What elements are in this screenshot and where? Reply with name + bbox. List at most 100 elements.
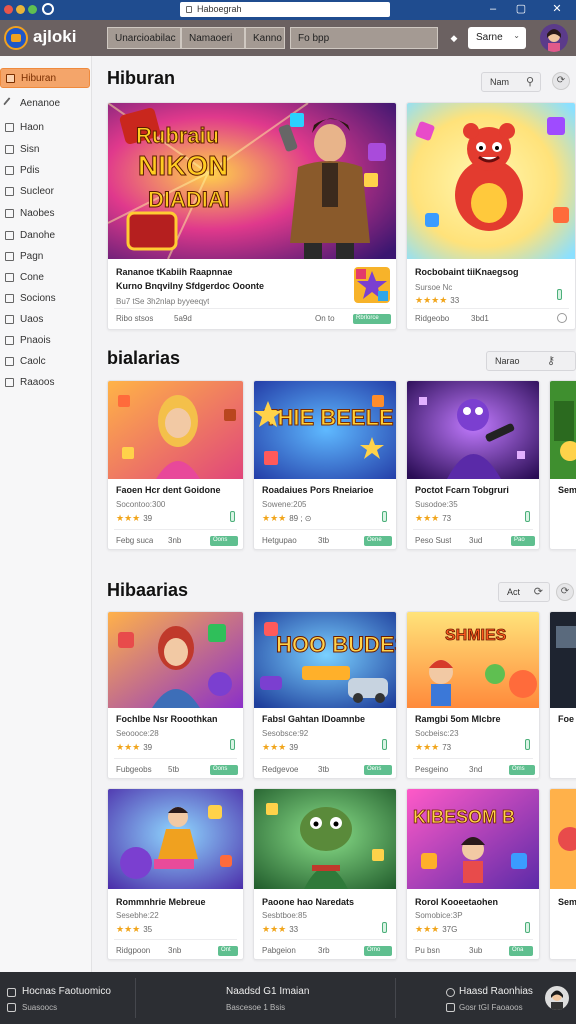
sidebar-item-danohe[interactable]: Danohe xyxy=(0,226,92,246)
sort-dropdown[interactable]: Sarne ⌄ xyxy=(468,27,526,49)
sidebar-item-cone[interactable]: Cone xyxy=(0,268,92,288)
sidebar-item-naobes[interactable]: Naobes xyxy=(0,204,92,224)
rating-value: 73 xyxy=(442,743,452,752)
sidebar-item-pdis[interactable]: Pdis xyxy=(0,161,92,181)
rating-stars: ★★★ 39 xyxy=(262,742,299,752)
game-card[interactable]: Paoone hao Naredats Sesbtboe:85 ★★★ 33 Pa… xyxy=(253,788,397,960)
game-card[interactable]: Rocbobaint tiiKnaegsog Sursoe Nc ★★★★ 33 … xyxy=(406,102,576,330)
restore-icon[interactable]: ▢ xyxy=(512,2,530,17)
refresh-icon[interactable]: ⟳ xyxy=(552,72,570,90)
user-avatar[interactable] xyxy=(540,24,568,52)
card-divider xyxy=(114,758,237,759)
status-badge[interactable]: Oene xyxy=(364,536,392,546)
section-filter[interactable]: Nam ⚲ xyxy=(481,72,541,92)
home-icon[interactable] xyxy=(7,988,16,997)
status-badge[interactable]: Ona xyxy=(509,946,533,956)
sidebar-item-socions[interactable]: Socions xyxy=(0,289,92,309)
sidebar-item-pagn[interactable]: Pagn xyxy=(0,247,92,267)
header-segment-1[interactable]: Unarcioabilac xyxy=(107,27,181,49)
sidebar-item-label: Sucleor xyxy=(20,186,54,197)
install-indicator-icon[interactable] xyxy=(525,739,530,750)
footer-left-title[interactable]: Hocnas Faotuomico xyxy=(22,986,111,997)
install-indicator-icon[interactable] xyxy=(230,739,235,750)
game-card[interactable]: KIBESOM B Rorol Kooeetaohen Somobice:3P … xyxy=(406,788,540,960)
game-card-title: Rocbobaint tiiKnaegsog xyxy=(415,267,519,277)
sidebar-item-label: Danohe xyxy=(20,230,56,241)
featured-status-badge[interactable]: Rbrlorce xyxy=(353,314,391,324)
more-icon[interactable]: ⟳ xyxy=(556,583,574,601)
game-card[interactable]: Faoen Hcr dent Goidone Socontoo:300 ★★★ 3… xyxy=(107,380,244,550)
game-thumbnail xyxy=(550,381,576,479)
game-card[interactable]: THIE BEELE Roadaiues Pors Rneiarioe Sowe… xyxy=(253,380,397,550)
logo-icon[interactable] xyxy=(4,26,28,50)
sidebar-item-sucleor[interactable]: Sucleor xyxy=(0,182,92,202)
section-filter[interactable]: Act ⟳ xyxy=(498,582,550,602)
game-card[interactable]: Sem xyxy=(549,788,576,960)
footer-mid-title[interactable]: Naadsd G1 Imaian xyxy=(226,986,309,997)
game-card[interactable]: Sem xyxy=(549,380,576,550)
featured-game-icon[interactable] xyxy=(354,267,390,303)
game-card[interactable]: HOO BUDES Fabsl Gahtan IDoamnbe Sesobsce… xyxy=(253,611,397,779)
header-segment-2[interactable]: Namaoeri xyxy=(181,27,245,49)
install-indicator-icon[interactable] xyxy=(382,511,387,522)
maximize-window-icon[interactable] xyxy=(28,5,37,14)
sidebar-item-uaos[interactable]: Uaos xyxy=(0,310,92,330)
lock-icon xyxy=(186,6,192,13)
footer-bar: Hocnas Faotuomico Suasoocs Naadsd G1 Ima… xyxy=(0,972,576,1024)
home-icon xyxy=(6,74,15,83)
featured-card[interactable]: Rubraiu NIKON DIADIAI Rananoe tKabiih Ra… xyxy=(107,102,397,330)
game-card-title: Rommnhrie Mebreue xyxy=(116,897,206,907)
game-thumbnail: SHMIES xyxy=(407,612,539,708)
close-window-icon[interactable] xyxy=(4,5,13,14)
chevron-right-icon[interactable]: ◆ xyxy=(446,29,462,47)
footer-right-sub[interactable]: Gosr tGI Faoaoos xyxy=(459,1003,523,1012)
game-card[interactable]: Rommnhrie Mebreue Sesebhe:22 ★★★ 35 Ridgp… xyxy=(107,788,244,960)
featured-banner-image: Rubraiu NIKON DIADIAI xyxy=(108,103,396,259)
status-badge[interactable]: Pao xyxy=(511,536,535,546)
logo-text[interactable]: ajloki xyxy=(33,27,76,47)
sidebar-item-caolc[interactable]: Caolc xyxy=(0,352,92,372)
sidebar-item-hiburan[interactable]: Hiburan xyxy=(0,68,90,88)
close-icon[interactable]: ✕ xyxy=(548,2,566,17)
sidebar-item-sisn[interactable]: Sisn xyxy=(0,140,92,160)
sidebar-item-pnaois[interactable]: Pnaois xyxy=(0,331,92,351)
game-card-subtitle: Seoooce:28 xyxy=(116,729,159,738)
status-badge[interactable]: Oons xyxy=(210,536,238,546)
install-indicator-icon[interactable] xyxy=(230,511,235,522)
section-filter[interactable]: Narao ⚷ xyxy=(486,351,576,371)
address-bar[interactable]: Haboegrah xyxy=(180,2,390,17)
game-thumbnail xyxy=(254,789,396,889)
game-card-subtitle: Sesbtboe:85 xyxy=(262,911,307,920)
sidebar-item-aenanoe[interactable]: Aenanoe xyxy=(0,94,92,114)
more-options-icon[interactable] xyxy=(557,313,567,323)
header-segment-3[interactable]: Kanno xyxy=(245,27,285,49)
game-card[interactable]: Foe xyxy=(549,611,576,779)
game-card[interactable]: SHMIES Ramgbi 5om Mlcbre Socbeisc:23 ★★★… xyxy=(406,611,540,779)
status-badge[interactable]: Oms xyxy=(509,765,535,775)
status-badge[interactable]: Oons xyxy=(210,765,238,775)
install-indicator-icon[interactable] xyxy=(382,739,387,750)
checkbox-icon xyxy=(5,315,14,324)
install-indicator-icon[interactable] xyxy=(525,922,530,933)
minimize-icon[interactable]: – xyxy=(484,2,502,17)
sidebar-item-label: Haon xyxy=(20,122,44,133)
install-indicator-icon[interactable] xyxy=(557,289,562,300)
footer-right-title[interactable]: Haasd Raonhias xyxy=(459,986,533,997)
game-card-meta: Ridgpoon xyxy=(116,946,151,955)
install-indicator-icon[interactable] xyxy=(382,922,387,933)
game-card[interactable]: Fochlbe Nsr Rooothkan Seoooce:28 ★★★ 39 F… xyxy=(107,611,244,779)
card-divider xyxy=(260,758,390,759)
header-search[interactable]: Fo bpp xyxy=(290,27,438,49)
status-badge[interactable]: Oens xyxy=(364,765,392,775)
status-badge[interactable]: Orno xyxy=(364,946,392,956)
footer-avatar[interactable] xyxy=(545,986,569,1010)
install-indicator-icon[interactable] xyxy=(525,511,530,522)
game-card[interactable]: Poctot Fcarn Tobgruri Susodoe:35 ★★★ 73 P… xyxy=(406,380,540,550)
status-badge[interactable]: Ont xyxy=(218,946,238,956)
footer-mid-sub[interactable]: Bascesoe 1 Bsis xyxy=(226,1003,285,1012)
settings-icon[interactable] xyxy=(446,988,455,997)
minimize-window-icon[interactable] xyxy=(16,5,25,14)
footer-left-sub[interactable]: Suasoocs xyxy=(22,1003,57,1012)
sidebar-item-raaoos[interactable]: Raaoos xyxy=(0,373,92,393)
sidebar-item-haon[interactable]: Haon xyxy=(0,118,92,138)
